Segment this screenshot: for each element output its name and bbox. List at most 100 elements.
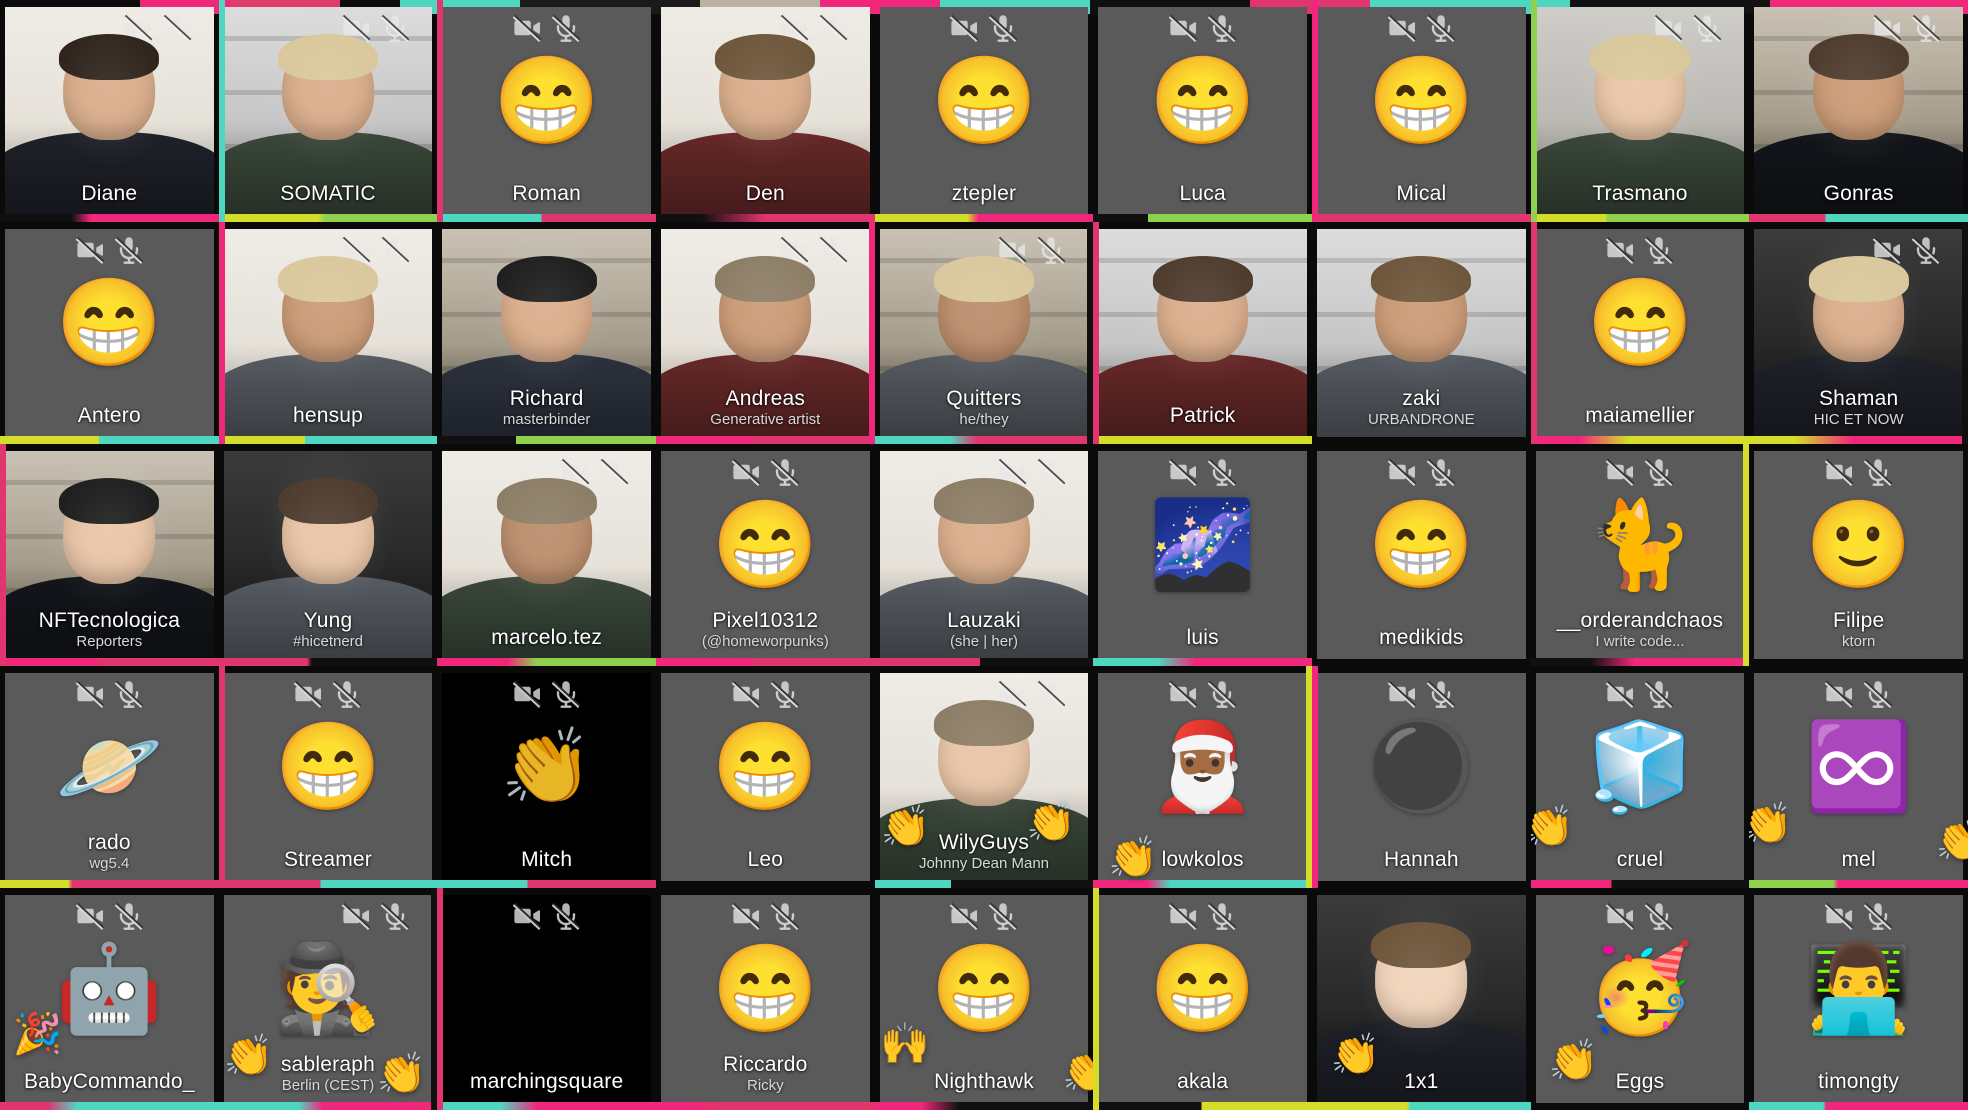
participant-tile-shaman[interactable]: Shaman HIC ET NOW xyxy=(1749,222,1968,444)
participant-name-block: Eggs xyxy=(1536,1070,1745,1094)
participant-tile-hannah[interactable]: ⚫ Hannah xyxy=(1312,666,1531,888)
participant-video-area-29[interactable]: 👏 Mitch xyxy=(442,673,651,881)
participant-video-area-40[interactable]: 😁 Nighthawk xyxy=(879,895,1089,1103)
participant-video-area-2[interactable]: 😁 Roman xyxy=(442,7,651,215)
participant-video-area-33[interactable]: ⚫ Hannah xyxy=(1317,673,1526,881)
participant-tile-medikids[interactable]: 😁 medikids xyxy=(1312,444,1531,666)
participant-video-area-26[interactable]: 🙂 Filipe ktorn xyxy=(1754,451,1963,659)
participant-tile-trasmano[interactable]: Trasmano xyxy=(1530,0,1750,222)
participant-video-area-25[interactable]: 🐈 __orderandchaos I write code... xyxy=(1535,451,1745,659)
participant-tile-lauzaki[interactable]: Lauzaki (she | her) xyxy=(874,444,1094,666)
participant-video-area-9[interactable]: 😁 Antero xyxy=(5,229,214,437)
participant-tile-luca[interactable]: 😁 Luca xyxy=(1093,0,1312,222)
participant-tile-marchingsquare[interactable]: marchingsquare xyxy=(437,888,656,1110)
participant-tile-quitters[interactable]: Quitters he/they xyxy=(874,222,1094,444)
participant-video-area-38[interactable]: marchingsquare xyxy=(442,895,651,1103)
participant-video-area-15[interactable]: zaki URBANDRONE xyxy=(1317,229,1526,437)
participant-tile-riccardo[interactable]: 😁 Riccardo Ricky xyxy=(656,888,875,1110)
participant-video-area-10[interactable]: hensup xyxy=(223,229,433,437)
participant-video-area-8[interactable]: Gonras xyxy=(1754,7,1963,215)
participant-video-area-43[interactable]: 🥳 Eggs xyxy=(1535,895,1745,1103)
participant-video-area-21[interactable]: 😁 Pixel10312 (@homeworpunks) xyxy=(661,451,870,659)
participant-tile-babycommando[interactable]: 🤖 BabyCommando_ 🎉 xyxy=(0,888,219,1110)
mic-off-icon xyxy=(1863,680,1893,708)
participant-tile-ztepler[interactable]: 😁 ztepler xyxy=(874,0,1094,222)
participant-video-area-27[interactable]: 🪐 rado wg5.4 xyxy=(5,673,214,881)
participant-video-area-44[interactable]: 👨‍💻 xyxy=(1754,895,1963,1103)
video-off-icon xyxy=(779,236,809,264)
participant-tile-somatic[interactable]: SOMATIC xyxy=(218,0,438,222)
participant-video-area-36[interactable]: 🤖 BabyCommando_ xyxy=(5,895,214,1103)
participant-video-area-12[interactable]: Andreas Generative artist xyxy=(661,229,870,437)
participant-name: Riccardo xyxy=(723,1053,808,1077)
participant-tile-marcelo-tez[interactable]: marcelo.tez xyxy=(437,444,656,666)
participant-video-area-1[interactable]: SOMATIC xyxy=(223,7,433,215)
participant-video-area-28[interactable]: 😁 Streamer xyxy=(223,673,433,881)
participant-video-area-42[interactable]: 1x1 xyxy=(1317,895,1526,1103)
participant-tile-cruel[interactable]: 🧊 cruel 👏 xyxy=(1530,666,1750,888)
participant-tile-patrick[interactable]: Patrick xyxy=(1093,222,1312,444)
participant-tile-roman[interactable]: 😁 Roman xyxy=(437,0,656,222)
participant-video-area-18[interactable]: NFTecnologica Reporters xyxy=(5,451,214,659)
participant-tile-1x1[interactable]: 1x1 👏 xyxy=(1312,888,1531,1110)
glitch-stripe xyxy=(656,436,875,444)
participant-video-area-6[interactable]: 😁 Mical xyxy=(1317,7,1526,215)
glitch-stripe xyxy=(0,658,219,666)
participant-tile-timongty[interactable]: 👨‍💻 xyxy=(1749,888,1968,1110)
participant-tile-rado[interactable]: 🪐 rado wg5.4 xyxy=(0,666,219,888)
participant-tile-pixel10312[interactable]: 😁 Pixel10312 (@homeworpunks) xyxy=(656,444,875,666)
participant-tile-richard[interactable]: Richard masterbinder xyxy=(437,222,656,444)
glitch-stripe xyxy=(0,436,219,444)
participant-tile-wilyguys[interactable]: WilyGuys Johnny Dean Mann 👏 👏 xyxy=(874,666,1094,888)
participant-video-area-5[interactable]: 😁 Luca xyxy=(1098,7,1307,215)
participant-video-area-31[interactable]: WilyGuys Johnny Dean Mann xyxy=(879,673,1089,881)
participant-tile-mical[interactable]: 😁 Mical xyxy=(1312,0,1531,222)
participant-tile-nighthawk[interactable]: 😁 Nighthawk 🙌 👏 xyxy=(874,888,1094,1110)
participant-tile-gonras[interactable]: Gonras xyxy=(1749,0,1968,222)
participant-video-area-0[interactable]: Diane xyxy=(5,7,214,215)
participant-video-area-24[interactable]: 😁 medikids xyxy=(1317,451,1526,659)
participant-video-area-3[interactable]: Den xyxy=(661,7,870,215)
participant-tile-yung[interactable]: Yung #hicetnerd xyxy=(218,444,438,666)
participant-tile-lowkolos[interactable]: 🎅🏾 lowkolos 👏 xyxy=(1093,666,1312,888)
video-off-icon xyxy=(1168,680,1198,708)
participant-tile-andreas[interactable]: Andreas Generative artist xyxy=(656,222,875,444)
participant-tile-nftecnologica[interactable]: NFTecnologica Reporters xyxy=(0,444,219,666)
participant-video-area-13[interactable]: Quitters he/they xyxy=(879,229,1089,437)
participant-tile-akala[interactable]: 😁 akala xyxy=(1093,888,1312,1110)
participant-video-area-32[interactable]: 🎅🏾 lowkolos xyxy=(1098,673,1307,881)
participant-tile-mel[interactable]: ♾️ mel 👏 👏 xyxy=(1749,666,1968,888)
participant-video-area-41[interactable]: 😁 akala xyxy=(1098,895,1307,1103)
participant-tile-streamer[interactable]: 😁 Streamer xyxy=(218,666,438,888)
participant-tile-antero[interactable]: 😁 Antero xyxy=(0,222,219,444)
participant-video-area-30[interactable]: 😁 Leo xyxy=(661,673,870,881)
participant-video-area-39[interactable]: 😁 Riccardo Ricky xyxy=(661,895,870,1103)
participant-avatar: 🪐 xyxy=(55,719,163,815)
participant-video-area-17[interactable]: Shaman HIC ET NOW xyxy=(1754,229,1963,437)
participant-tile-luis[interactable]: 🌌 luis xyxy=(1093,444,1312,666)
participant-tile-leo[interactable]: 😁 Leo xyxy=(656,666,875,888)
participant-video-area-16[interactable]: 😁 maiamellier xyxy=(1535,229,1745,437)
participant-tile-sableraph[interactable]: 🕵️ sableraph Berlin (CEST) 👏 👏 xyxy=(218,888,438,1110)
participant-tile-eggs[interactable]: 🥳 Eggs 👏 xyxy=(1531,888,1750,1110)
participant-video-area-19[interactable]: Yung #hicetnerd xyxy=(223,451,433,659)
participant-tile-zaki[interactable]: zaki URBANDRONE xyxy=(1312,222,1531,444)
participant-tile-diane[interactable]: Diane xyxy=(0,0,219,222)
participant-video-area-11[interactable]: Richard masterbinder xyxy=(442,229,651,437)
participant-video-area-34[interactable]: 🧊 cruel xyxy=(1535,673,1745,881)
participant-tile-filipe[interactable]: 🙂 Filipe ktorn xyxy=(1749,444,1968,666)
participant-video-area-4[interactable]: 😁 ztepler xyxy=(879,7,1089,215)
participant-status-icons xyxy=(1754,235,1963,265)
participant-tile-mitch[interactable]: 👏 Mitch xyxy=(437,666,656,888)
participant-tile-orderandchaos[interactable]: 🐈 __orderandchaos I write code... xyxy=(1530,444,1750,666)
participant-video-area-22[interactable]: Lauzaki (she | her) xyxy=(879,451,1089,659)
participant-tile-hensup[interactable]: hensup xyxy=(218,222,438,444)
participant-video-area-7[interactable]: Trasmano xyxy=(1535,7,1745,215)
participant-video-area-37[interactable]: 🕵️ sableraph Berlin (CEST) xyxy=(223,895,433,1103)
participant-tile-den[interactable]: Den xyxy=(656,0,875,222)
participant-video-area-35[interactable]: ♾️ mel xyxy=(1754,673,1963,881)
participant-video-area-14[interactable]: Patrick xyxy=(1098,229,1307,437)
participant-video-area-20[interactable]: marcelo.tez xyxy=(442,451,651,659)
participant-tile-maiamellier[interactable]: 😁 maiamellier xyxy=(1530,222,1750,444)
participant-video-area-23[interactable]: 🌌 luis xyxy=(1098,451,1307,659)
